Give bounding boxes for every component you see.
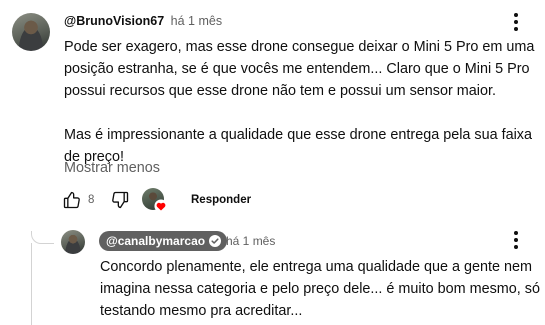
reply-text: Concordo plenamente, ele entrega uma qua… xyxy=(100,259,540,319)
author-name[interactable]: @BrunoVision67 xyxy=(64,14,164,28)
verified-check-icon xyxy=(209,235,222,247)
comment-header: @BrunoVision67 há 1 mês xyxy=(64,14,222,28)
reply-time[interactable]: há 1 mês xyxy=(226,234,275,248)
creator-chip[interactable]: @canalbymarcao xyxy=(99,231,228,251)
thread-connector xyxy=(31,231,54,244)
comment-toolbar: 8 Responder xyxy=(62,188,362,214)
reply-author-name: @canalbymarcao xyxy=(106,234,206,248)
reply-button[interactable]: Responder xyxy=(191,194,251,206)
reply-author-avatar[interactable] xyxy=(61,230,85,254)
author-avatar[interactable] xyxy=(12,13,50,51)
comment-time[interactable]: há 1 mês xyxy=(171,14,222,28)
comment-text: Pode ser exagero, mas esse drone consegu… xyxy=(64,39,535,165)
thread-connector-line xyxy=(31,243,32,325)
thumb-down-icon[interactable] xyxy=(110,190,130,210)
creator-heart-icon xyxy=(154,199,168,213)
more-vert-icon[interactable] xyxy=(506,11,526,33)
like-count: 8 xyxy=(88,194,95,206)
thumb-up-icon[interactable] xyxy=(62,190,82,210)
show-less-button[interactable]: Mostrar menos xyxy=(64,160,160,176)
more-vert-icon[interactable] xyxy=(506,229,526,251)
